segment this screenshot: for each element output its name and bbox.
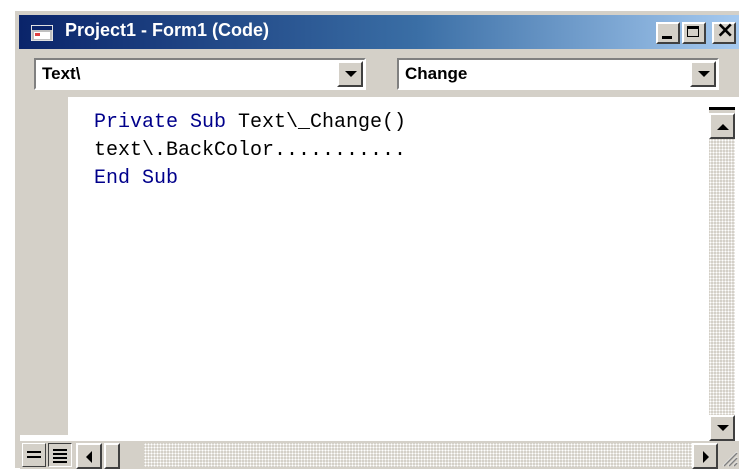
code-line: text\.BackColor........... [94, 139, 407, 162]
code-window: Project1 - Form1 (Code) × Text\ Change P… [14, 10, 739, 469]
margin-indicator-bar [20, 97, 68, 435]
procedure-dropdown-value: Change [405, 64, 468, 83]
chevron-down-icon [698, 71, 710, 77]
arrow-down-icon [717, 425, 729, 431]
full-module-view-button[interactable] [48, 443, 72, 467]
maximize-button[interactable] [682, 22, 706, 44]
horizontal-scroll-track[interactable] [144, 443, 692, 467]
window-title: Project1 - Form1 (Code) [65, 20, 270, 40]
code-editor[interactable]: Private Sub Text\_Change() text\.BackColo… [20, 97, 739, 469]
code-keyword: Private Sub [94, 111, 227, 134]
object-dropdown-value: Text\ [42, 64, 81, 83]
bottom-bar [20, 441, 739, 469]
form-app-icon [31, 25, 53, 41]
code-line: Private Sub Text\_Change() [94, 109, 406, 137]
close-icon: × [716, 18, 735, 43]
code-line: End Sub [94, 165, 406, 193]
vertical-scrollbar[interactable] [709, 107, 735, 441]
split-bar[interactable] [709, 107, 735, 110]
vertical-scroll-track[interactable] [709, 139, 735, 415]
scroll-down-button[interactable] [709, 415, 735, 441]
minimize-icon [662, 36, 672, 39]
arrow-left-icon [86, 451, 92, 463]
resize-grip-icon[interactable] [720, 449, 738, 467]
code-text[interactable]: Private Sub Text\_Change() text\.BackColo… [94, 109, 406, 193]
chevron-down-icon [345, 71, 357, 77]
code-keyword: End Sub [94, 167, 179, 190]
minimize-button[interactable] [656, 22, 680, 44]
arrow-right-icon [703, 451, 709, 463]
close-button[interactable]: × [712, 18, 736, 44]
code-text-segment: Text\_Change() [226, 111, 407, 134]
scroll-up-button[interactable] [709, 113, 735, 139]
procedure-view-icon [27, 451, 41, 458]
arrow-up-icon [717, 124, 729, 130]
procedure-view-button[interactable] [22, 443, 46, 467]
procedure-dropdown[interactable]: Change [397, 58, 719, 90]
title-bar[interactable]: Project1 - Form1 (Code) × [19, 15, 739, 49]
scroll-left-button[interactable] [76, 443, 102, 469]
procedure-dropdown-button[interactable] [690, 61, 716, 87]
scroll-right-button[interactable] [692, 443, 718, 469]
horizontal-scroll-thumb[interactable] [104, 443, 120, 469]
full-module-view-icon [53, 449, 67, 463]
object-dropdown[interactable]: Text\ [34, 58, 366, 90]
maximize-icon [687, 26, 699, 37]
object-dropdown-button[interactable] [337, 61, 363, 87]
